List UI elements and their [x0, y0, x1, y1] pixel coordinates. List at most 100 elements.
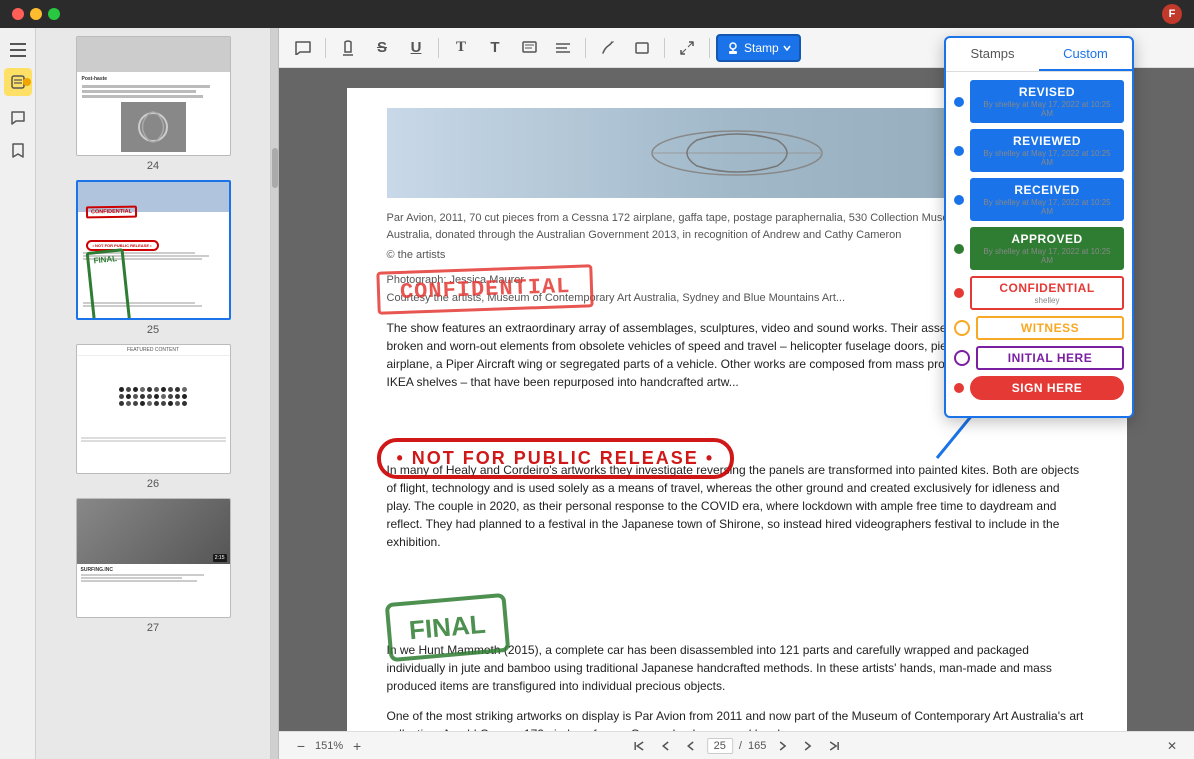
sidebar-toggle-icon[interactable] [4, 36, 32, 64]
zoom-out-button[interactable]: − [291, 737, 311, 755]
stamp-dot-reviewed [954, 146, 964, 156]
stamp-sub-revised: By shelley at May 17, 2022 at 10:25 AM [978, 100, 1116, 118]
stamp-item-received[interactable]: RECEIVED By shelley at May 17, 2022 at 1… [954, 178, 1124, 221]
strikethrough-tool-btn[interactable]: S [366, 34, 398, 62]
thumbnail-image: Post-haste [76, 36, 231, 156]
document-para3: In we Hunt Mammoth (2015), a complete ca… [387, 641, 1087, 695]
comment-tool-btn[interactable] [287, 34, 319, 62]
text-sans-btn[interactable]: T [479, 34, 511, 62]
comment-sidebar-icon[interactable] [4, 104, 32, 132]
stamp-dot-received [954, 195, 964, 205]
zoom-controls: − 151% + [291, 737, 367, 755]
thumbnail-image-27: 2:15 SURFING.INC [76, 498, 231, 618]
bookmark-sidebar-icon[interactable] [4, 136, 32, 164]
stamp-sub-confidential: shelley [978, 296, 1116, 305]
total-pages: 165 [748, 740, 766, 752]
thumbnail-item[interactable]: Post-haste 24 [44, 36, 262, 172]
stamp-dot-initial [954, 350, 970, 366]
stamp-label-reviewed: REVIEWED [978, 134, 1116, 148]
user-avatar[interactable]: F [1162, 4, 1182, 24]
thumbnail-item-current[interactable]: CONFIDENTIAL • NOT FOR PUBLIC RELEASE • … [44, 180, 262, 336]
callout-btn[interactable] [513, 34, 545, 62]
freehand-btn[interactable] [592, 34, 624, 62]
bottom-close-area: ✕ [1162, 737, 1182, 755]
stamp-item-revised[interactable]: REVISED By shelley at May 17, 2022 at 10… [954, 80, 1124, 123]
thumbnail-number-25: 25 [147, 324, 159, 336]
maximize-window-button[interactable] [48, 8, 60, 20]
stamp-badge-revised: REVISED By shelley at May 17, 2022 at 10… [970, 80, 1124, 123]
stamp-dot-sign [954, 383, 964, 393]
zoom-level: 151% [315, 740, 343, 752]
stamp-label-confidential: CONFIDENTIAL [978, 281, 1116, 295]
thumbnail-image-25: CONFIDENTIAL • NOT FOR PUBLIC RELEASE • … [76, 180, 231, 320]
shape-btn[interactable] [626, 34, 658, 62]
separator-4 [664, 38, 665, 58]
stamp-dot-revised [954, 97, 964, 107]
stamps-list: REVISED By shelley at May 17, 2022 at 10… [946, 72, 1132, 408]
stamp-item-witness[interactable]: WITNESS [954, 316, 1124, 340]
stamp-badge-approved: APPROVED By shelley at May 17, 2022 at 1… [970, 227, 1124, 270]
thumbnail-item-27[interactable]: 2:15 SURFING.INC 27 [44, 498, 262, 634]
stamps-tab-custom[interactable]: Custom [1039, 38, 1132, 71]
stamps-tab-stamps[interactable]: Stamps [946, 38, 1039, 71]
thumbnail-scrollbar[interactable] [271, 28, 279, 759]
close-panel-button[interactable]: ✕ [1162, 737, 1182, 755]
stamp-badge-reviewed: REVIEWED By shelley at May 17, 2022 at 1… [970, 129, 1124, 172]
text-serif-btn[interactable]: T [445, 34, 477, 62]
stamp-label-received: RECEIVED [978, 183, 1116, 197]
document-para2: In many of Healy and Cordeiro's artworks… [387, 461, 1087, 551]
underline-tool-btn[interactable]: U [400, 34, 432, 62]
notification-dot [23, 78, 31, 86]
first-page-button[interactable] [629, 737, 649, 755]
stamp-dot-confidential [954, 288, 964, 298]
stamp-item-approved[interactable]: APPROVED By shelley at May 17, 2022 at 1… [954, 227, 1124, 270]
stamp-badge-initial: INITIAL HERE [976, 346, 1124, 370]
next-page-btn2[interactable] [798, 737, 818, 755]
thumbnail-number-27: 27 [147, 622, 159, 634]
page-separator: / [739, 740, 742, 752]
separator-5 [709, 38, 710, 58]
stamps-panel-tabs: Stamps Custom [946, 38, 1132, 72]
titlebar: F [0, 0, 1194, 28]
stamp-label-sign: SIGN HERE [978, 381, 1116, 395]
stamps-panel: Stamps Custom REVISED By shelley at May … [944, 36, 1134, 418]
stamp-label-initial: INITIAL HERE [984, 351, 1116, 365]
stamp-item-sign-here[interactable]: SIGN HERE [954, 376, 1124, 400]
stamp-label-witness: WITNESS [984, 321, 1116, 335]
next-page-btn[interactable] [772, 737, 792, 755]
stamp-btn-label: Stamp [744, 41, 779, 55]
current-page-number[interactable]: 25 [707, 738, 733, 754]
stamp-sub-reviewed: By shelley at May 17, 2022 at 10:25 AM [978, 149, 1116, 167]
stamp-sub-approved: By shelley at May 17, 2022 at 10:25 AM [978, 247, 1116, 265]
stamp-item-confidential[interactable]: CONFIDENTIAL shelley [954, 276, 1124, 310]
minimize-window-button[interactable] [30, 8, 42, 20]
separator-1 [325, 38, 326, 58]
stamp-badge-received: RECEIVED By shelley at May 17, 2022 at 1… [970, 178, 1124, 221]
stamp-badge-witness: WITNESS [976, 316, 1124, 340]
close-window-button[interactable] [12, 8, 24, 20]
separator-3 [585, 38, 586, 58]
page-navigation: 25 / 165 [629, 737, 845, 755]
thumbnail-image-26: FEATURED CONTENT [76, 344, 231, 474]
stamp-dot-approved [954, 244, 964, 254]
thumbnail-panel: Post-haste 24 [36, 28, 271, 759]
stamp-sub-received: By shelley at May 17, 2022 at 10:25 AM [978, 198, 1116, 216]
last-page-button[interactable] [824, 737, 844, 755]
zoom-in-button[interactable]: + [347, 737, 367, 755]
prev-page-btn2[interactable] [681, 737, 701, 755]
window-controls[interactable] [12, 8, 60, 20]
prev-page-button[interactable] [655, 737, 675, 755]
thumbnail-item-26[interactable]: FEATURED CONTENT [44, 344, 262, 490]
zoom-btn[interactable] [671, 34, 703, 62]
stamp-badge-sign: SIGN HERE [970, 376, 1124, 400]
highlight-tool-btn[interactable] [332, 34, 364, 62]
align-btn[interactable] [547, 34, 579, 62]
document-para4: One of the most striking artworks on dis… [387, 707, 1087, 732]
bottom-bar: − 151% + 25 / 165 [279, 731, 1194, 759]
stamp-tool-button[interactable]: Stamp [716, 34, 801, 62]
stamp-badge-confidential: CONFIDENTIAL shelley [970, 276, 1124, 310]
stamp-label-revised: REVISED [978, 85, 1116, 99]
stamp-item-reviewed[interactable]: REVIEWED By shelley at May 17, 2022 at 1… [954, 129, 1124, 172]
stamp-item-initial-here[interactable]: INITIAL HERE [954, 346, 1124, 370]
sidebar [0, 28, 36, 759]
